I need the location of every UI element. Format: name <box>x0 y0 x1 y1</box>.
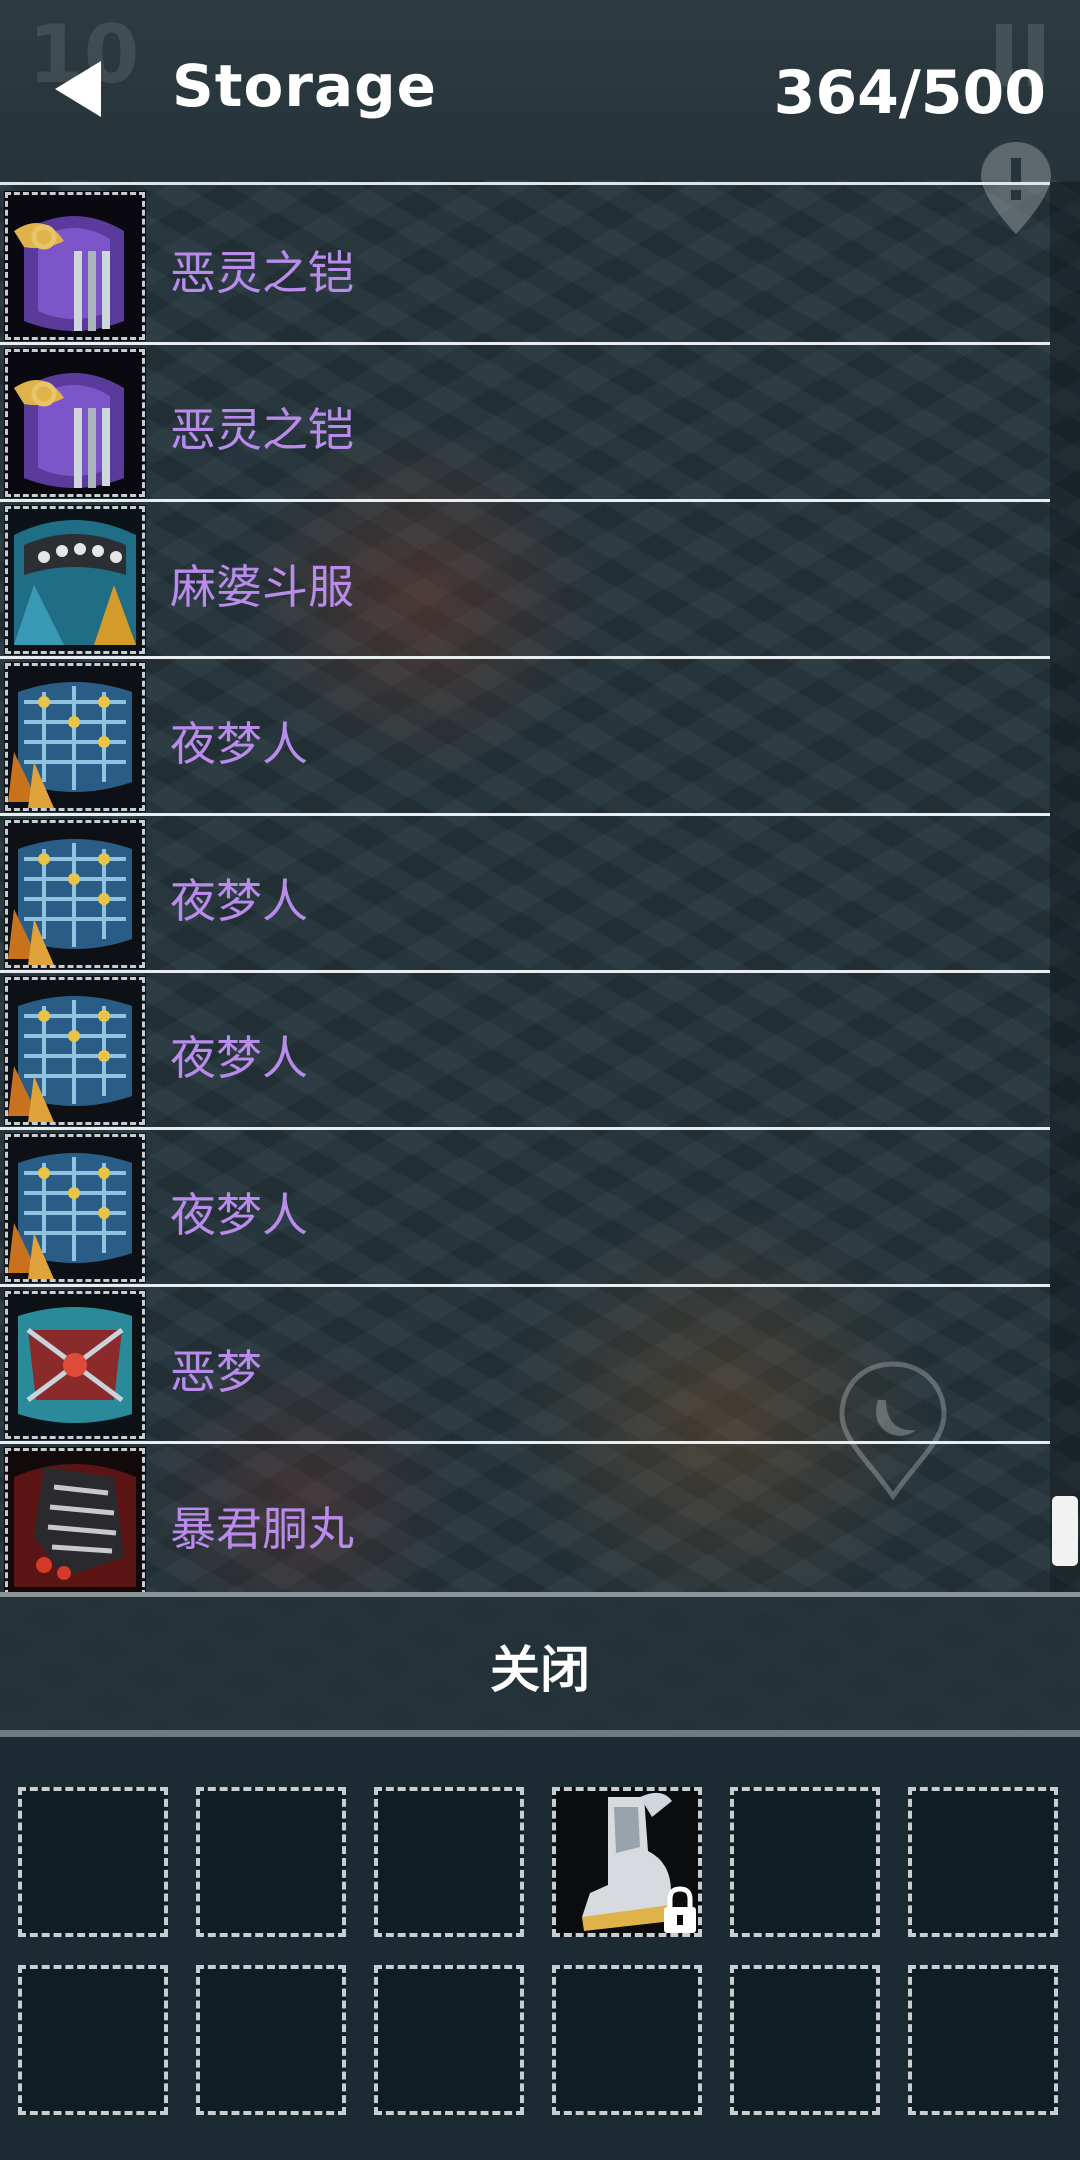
pause-icon[interactable] <box>990 20 1050 90</box>
blue-gold-armor-icon <box>4 819 146 969</box>
inventory-slot[interactable] <box>730 1965 880 2115</box>
storage-list-item[interactable]: 暴君胴丸 <box>0 1447 1050 1595</box>
item-name: 夜梦人 <box>170 1031 308 1085</box>
scrollbar-thumb[interactable] <box>1052 1496 1078 1566</box>
storage-list-item[interactable]: 恶梦 <box>0 1290 1050 1444</box>
inventory-slot[interactable] <box>730 1787 880 1937</box>
inventory-grid <box>0 1730 1080 2160</box>
storage-list-item[interactable]: 夜梦人 <box>0 819 1050 973</box>
inventory-slot[interactable] <box>552 1965 702 2115</box>
storage-header: 10 Storage 364/500 <box>0 0 1080 180</box>
back-button[interactable] <box>48 56 108 122</box>
close-button[interactable]: 关闭 <box>0 1597 1080 1735</box>
scrollbar-track[interactable] <box>1050 182 1080 1592</box>
close-bar: 关闭 <box>0 1592 1080 1735</box>
inventory-slot[interactable] <box>196 1787 346 1937</box>
storage-list-item[interactable]: 夜梦人 <box>0 662 1050 816</box>
storage-list[interactable]: 恶灵之铠 恶灵之铠 麻婆斗服 夜梦人 夜梦人 夜梦人 夜梦人 恶梦 暴君胴丸 <box>0 182 1050 1595</box>
storage-list-item[interactable]: 夜梦人 <box>0 976 1050 1130</box>
purple-armor-icon <box>4 348 146 498</box>
item-name: 恶灵之铠 <box>170 403 354 457</box>
blue-gold-armor-icon <box>4 662 146 812</box>
blue-gold-armor-icon <box>4 1133 146 1283</box>
storage-list-item[interactable]: 恶灵之铠 <box>0 191 1050 345</box>
blue-gold-armor-icon <box>4 976 146 1126</box>
inventory-slot[interactable] <box>908 1965 1058 2115</box>
item-name: 暴君胴丸 <box>170 1502 354 1556</box>
lock-icon <box>660 1885 700 1935</box>
item-name: 夜梦人 <box>170 1188 308 1242</box>
inventory-slot[interactable] <box>908 1787 1058 1937</box>
page-title: Storage <box>172 52 437 120</box>
red-teal-armor-icon <box>4 1290 146 1440</box>
inventory-slot[interactable] <box>18 1787 168 1937</box>
inventory-slot[interactable] <box>552 1787 702 1937</box>
item-name: 夜梦人 <box>170 717 308 771</box>
inventory-slot[interactable] <box>374 1787 524 1937</box>
purple-armor-icon <box>4 191 146 341</box>
item-name: 恶灵之铠 <box>170 246 354 300</box>
teal-robe-icon <box>4 505 146 655</box>
storage-list-item[interactable]: 麻婆斗服 <box>0 505 1050 659</box>
item-name: 麻婆斗服 <box>170 560 354 614</box>
inventory-slot[interactable] <box>374 1965 524 2115</box>
storage-list-item[interactable]: 夜梦人 <box>0 1133 1050 1287</box>
item-name: 夜梦人 <box>170 874 308 928</box>
item-name: 恶梦 <box>170 1345 262 1399</box>
inventory-slot[interactable] <box>18 1965 168 2115</box>
storage-list-item[interactable]: 恶灵之铠 <box>0 348 1050 502</box>
back-arrow-icon <box>55 61 101 117</box>
inventory-slot[interactable] <box>196 1965 346 2115</box>
dark-red-armor-icon <box>4 1447 146 1595</box>
